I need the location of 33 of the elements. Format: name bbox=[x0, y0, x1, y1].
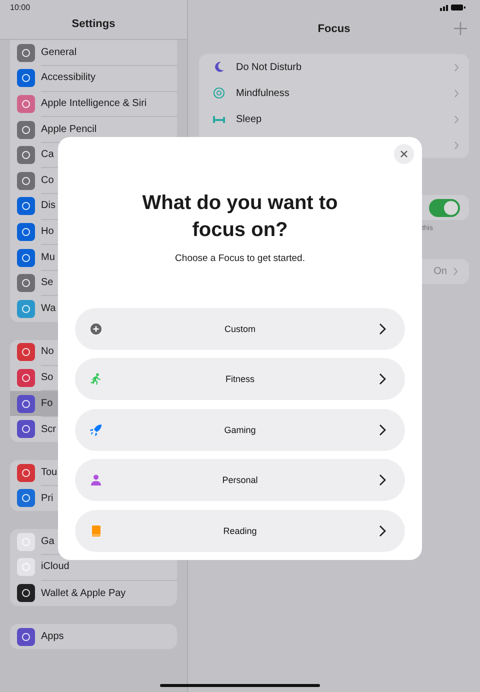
signal-icon bbox=[440, 4, 466, 10]
dialog-subtitle: Choose a Focus to get started. bbox=[175, 253, 305, 265]
sidebar-title: Settings bbox=[72, 18, 116, 30]
chevron-icon bbox=[379, 524, 386, 537]
add-icon[interactable] bbox=[454, 22, 467, 35]
toggle-switch[interactable] bbox=[429, 198, 460, 216]
page-title: Focus bbox=[318, 23, 350, 35]
close-button[interactable] bbox=[394, 144, 414, 164]
sidebar-item[interactable]: Apps bbox=[10, 624, 177, 650]
chevron-icon bbox=[454, 88, 459, 98]
sidebar-item[interactable]: General bbox=[10, 40, 177, 66]
chevron-icon bbox=[454, 140, 459, 150]
chevron-icon bbox=[379, 424, 386, 436]
focus-item[interactable]: Mindfulness bbox=[236, 88, 443, 98]
chevron-icon bbox=[379, 373, 386, 386]
chevron-icon bbox=[379, 323, 386, 335]
chevron-icon bbox=[453, 267, 458, 276]
focus-option[interactable]: Custom bbox=[75, 308, 405, 350]
close-icon bbox=[400, 150, 408, 158]
sidebar-item[interactable]: Apple Intelligence & Siri bbox=[10, 91, 177, 117]
chevron-icon bbox=[454, 114, 459, 124]
chevron-icon bbox=[454, 62, 459, 72]
dialog-title: What do you want to focus on? bbox=[141, 191, 339, 243]
focus-option[interactable]: Reading bbox=[75, 510, 405, 552]
focus-option[interactable]: Fitness bbox=[75, 358, 405, 400]
focus-item[interactable]: Do Not Disturb bbox=[236, 62, 443, 72]
sidebar-item[interactable]: Wallet & Apple Pay bbox=[10, 580, 177, 606]
status-time: 10:00 bbox=[10, 2, 30, 12]
chevron-icon bbox=[379, 474, 386, 486]
focus-item[interactable]: Sleep bbox=[236, 114, 443, 124]
focus-option[interactable]: Personal bbox=[75, 459, 405, 502]
sidebar-item[interactable]: Accessibility bbox=[10, 66, 177, 92]
focus-option[interactable]: Gaming bbox=[75, 408, 405, 451]
